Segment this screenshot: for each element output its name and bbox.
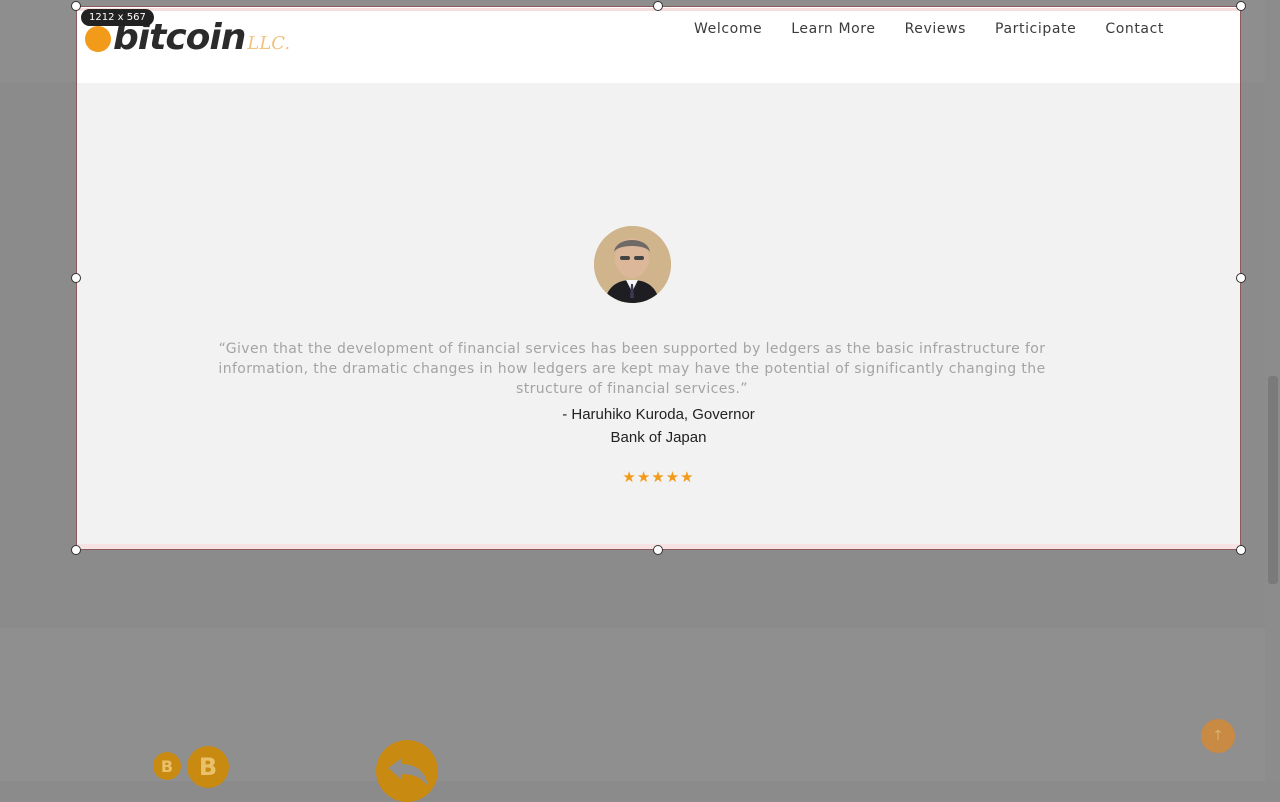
bitcoin-coin-glyph: B bbox=[198, 753, 218, 781]
logo-suffix: LLC. bbox=[247, 33, 291, 54]
nav-reviews[interactable]: Reviews bbox=[905, 21, 966, 37]
nav-learn-more[interactable]: Learn More bbox=[791, 21, 875, 37]
bitcoin-coin-glyph: B bbox=[160, 756, 174, 776]
resize-handle-bottom-right[interactable] bbox=[1236, 545, 1246, 555]
scroll-to-top-button[interactable]: ↑ bbox=[1201, 719, 1235, 753]
resize-handle-bottom-left[interactable] bbox=[71, 545, 81, 555]
testimonial-author: - Haruhiko Kuroda, Governor bbox=[562, 406, 755, 423]
resize-handle-top[interactable] bbox=[653, 1, 663, 11]
return-arrow-icon bbox=[376, 740, 438, 802]
author-avatar bbox=[594, 226, 671, 303]
nav-participate[interactable]: Participate bbox=[995, 21, 1076, 37]
resize-handle-top-right[interactable] bbox=[1236, 1, 1246, 11]
main-navigation: Welcome Learn More Reviews Participate C… bbox=[694, 21, 1164, 37]
testimonial-quote: “Given that the development of financial… bbox=[218, 341, 1046, 397]
nav-contact[interactable]: Contact bbox=[1105, 21, 1164, 37]
resize-handle-top-left[interactable] bbox=[71, 1, 81, 11]
resize-handle-bottom[interactable] bbox=[653, 545, 663, 555]
nav-welcome[interactable]: Welcome bbox=[694, 21, 762, 37]
testimonial-organization: Bank of Japan bbox=[610, 429, 707, 446]
scrollbar[interactable] bbox=[1265, 0, 1280, 781]
bitcoin-logo-icon bbox=[85, 26, 111, 52]
bitcoin-coin-icon: B bbox=[187, 746, 229, 788]
resize-handle-left[interactable] bbox=[71, 273, 81, 283]
scrollbar-thumb[interactable] bbox=[1268, 376, 1278, 584]
resize-handle-right[interactable] bbox=[1236, 273, 1246, 283]
rating-stars: ★★★★★ bbox=[622, 468, 695, 486]
arrow-up-icon: ↑ bbox=[1212, 728, 1224, 744]
selected-testimonial-section[interactable]: bitcoin LLC. Welcome Learn More Reviews … bbox=[76, 6, 1241, 550]
bitcoin-coin-icon: B bbox=[153, 752, 181, 780]
dimension-badge: 1212 x 567 bbox=[81, 9, 154, 26]
